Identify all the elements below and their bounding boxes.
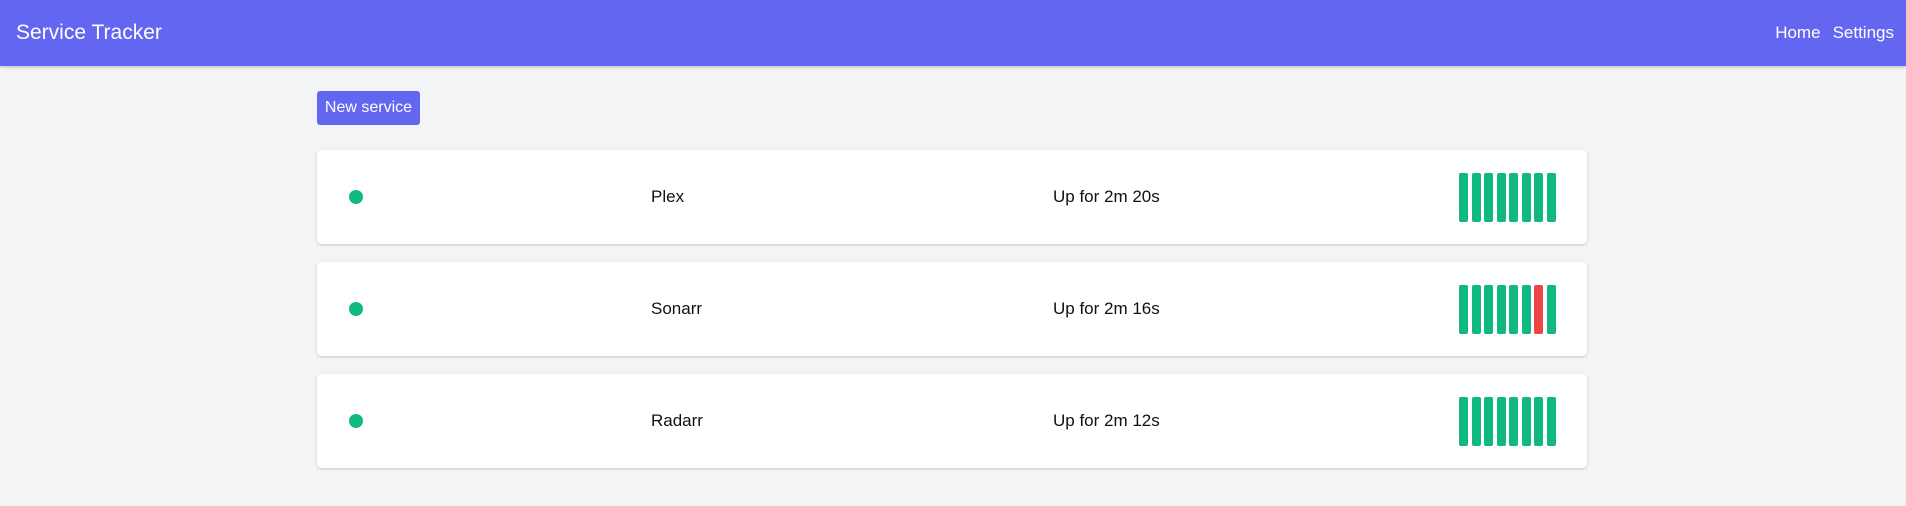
- service-uptime: Up for 2m 12s: [1053, 411, 1160, 430]
- app-title[interactable]: Service Tracker: [16, 0, 162, 66]
- uptime-bar-up: [1484, 397, 1493, 446]
- uptime-bar-up: [1546, 397, 1556, 446]
- uptime-bar-up: [1496, 173, 1506, 222]
- uptime-bar-up: [1521, 173, 1531, 222]
- uptime-bar-up: [1509, 173, 1518, 222]
- uptime-bar-up: [1484, 173, 1493, 222]
- uptime-bar-up: [1521, 397, 1531, 446]
- uptime-bar-up: [1496, 397, 1506, 446]
- nav-link-settings[interactable]: Settings: [1833, 23, 1894, 43]
- uptime-bar-up: [1471, 285, 1481, 334]
- service-uptime: Up for 2m 20s: [1053, 187, 1160, 206]
- uptime-bar-up: [1459, 285, 1468, 334]
- uptime-bar-up: [1546, 285, 1556, 334]
- uptime-history: [1459, 173, 1559, 222]
- uptime-bar-up: [1459, 397, 1468, 446]
- service-name: Sonarr: [651, 299, 703, 318]
- uptime-bar-down: [1534, 285, 1543, 334]
- uptime-bar-up: [1459, 173, 1468, 222]
- status-dot-icon: [349, 302, 363, 316]
- service-card[interactable]: Plex Up for 2m 20s: [317, 150, 1587, 244]
- uptime-history: [1459, 397, 1559, 446]
- nav-link-home[interactable]: Home: [1775, 23, 1820, 43]
- main-nav: Home Settings: [1763, 0, 1894, 66]
- uptime-history: [1459, 285, 1559, 334]
- service-name: Plex: [651, 187, 685, 206]
- uptime-bar-up: [1471, 173, 1481, 222]
- service-card[interactable]: Radarr Up for 2m 12s: [317, 374, 1587, 468]
- uptime-bar-up: [1534, 173, 1543, 222]
- new-service-button[interactable]: New service: [317, 91, 420, 125]
- uptime-bar-up: [1484, 285, 1493, 334]
- uptime-bar-up: [1496, 285, 1506, 334]
- status-dot-icon: [349, 414, 363, 428]
- uptime-bar-up: [1471, 397, 1481, 446]
- service-name: Radarr: [651, 411, 703, 430]
- service-uptime: Up for 2m 16s: [1053, 299, 1160, 318]
- uptime-bar-up: [1534, 397, 1543, 446]
- uptime-bar-up: [1509, 397, 1518, 446]
- uptime-bar-up: [1509, 285, 1518, 334]
- top-navbar: Service Tracker Home Settings: [0, 0, 1906, 66]
- service-card[interactable]: Sonarr Up for 2m 16s: [317, 262, 1587, 356]
- status-dot-icon: [349, 190, 363, 204]
- uptime-bar-up: [1521, 285, 1531, 334]
- uptime-bar-up: [1546, 173, 1556, 222]
